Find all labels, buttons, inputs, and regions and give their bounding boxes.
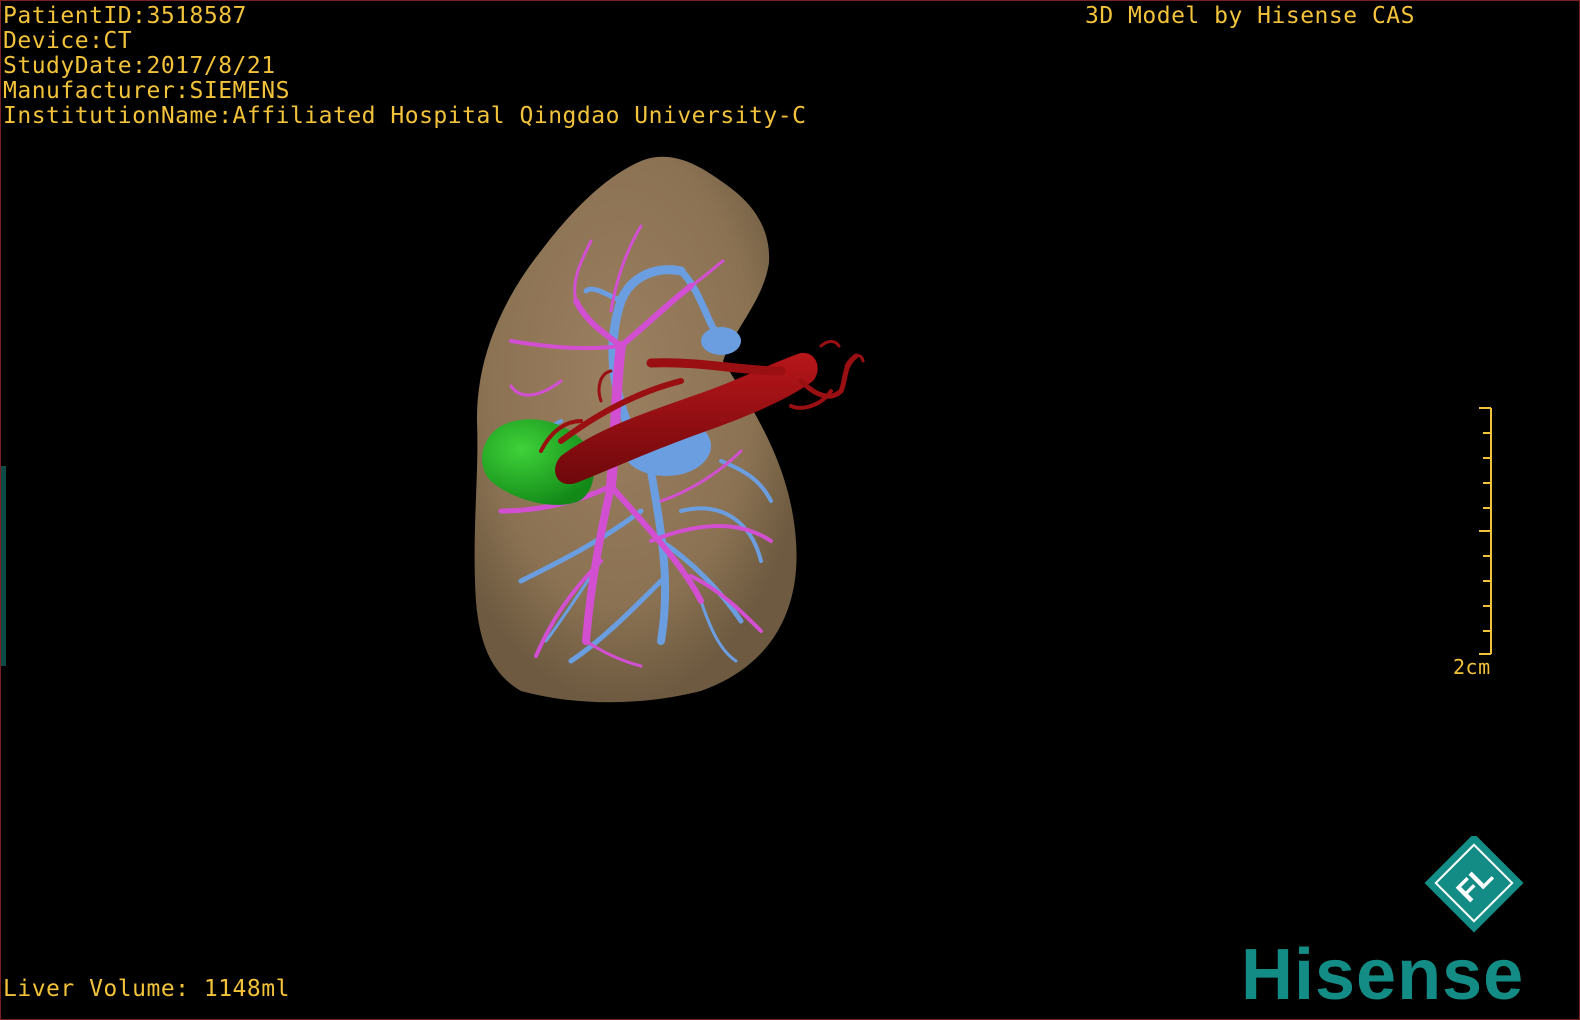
- scale-ruler: [1479, 407, 1492, 655]
- scale-label: 2cm: [1453, 655, 1491, 679]
- hisense-wordmark: Hisense: [1241, 935, 1524, 1011]
- fl-badge-icon: FL: [1424, 836, 1524, 933]
- liver-volume-text: Liver Volume: 1148ml: [3, 976, 290, 1002]
- hisense-logo: FL Hisense: [1241, 836, 1524, 1011]
- hepatic-vein-branch: [701, 327, 741, 355]
- 3d-viewport[interactable]: PatientID:3518587 Device:CT StudyDate:20…: [0, 0, 1580, 1020]
